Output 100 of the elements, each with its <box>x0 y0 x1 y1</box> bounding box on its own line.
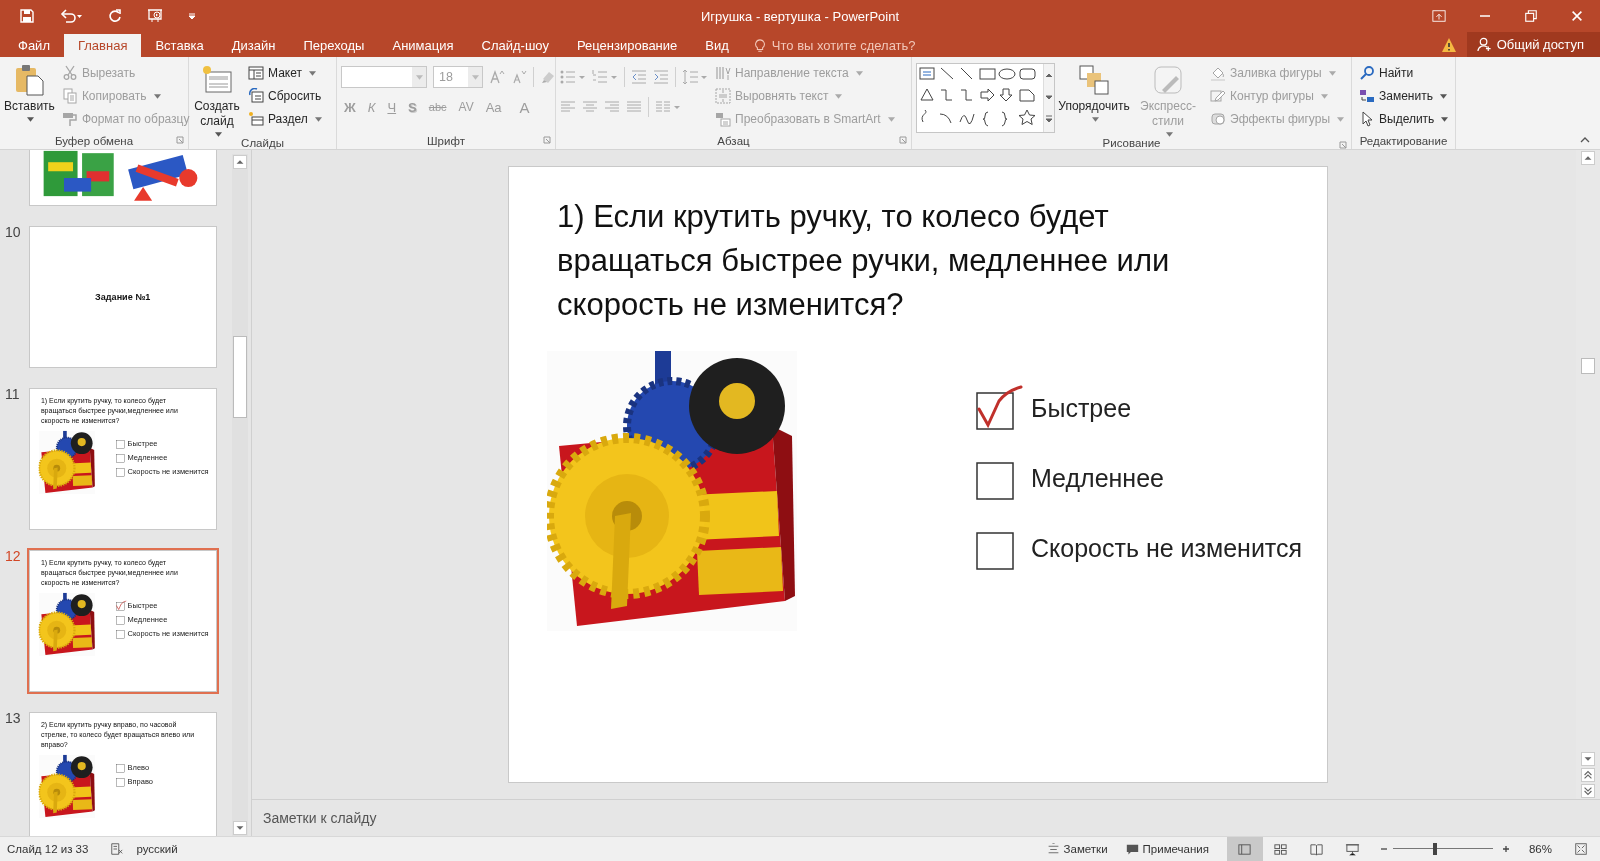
caret-icon <box>1166 132 1173 137</box>
redo-icon[interactable] <box>107 8 123 24</box>
slide-number: 13 <box>4 710 22 726</box>
caret-icon <box>1337 116 1344 122</box>
line-spacing-icon[interactable] <box>682 69 708 85</box>
arrange-button[interactable]: Упорядочить <box>1059 60 1129 137</box>
collapse-ribbon-icon[interactable] <box>1580 137 1590 143</box>
ribbon-display-icon <box>1432 9 1446 23</box>
ribbon-tab[interactable]: Рецензирование <box>562 34 692 57</box>
new-slide-button[interactable]: Создать слайд <box>193 60 241 137</box>
reset-icon <box>248 88 264 104</box>
dialog-launcher-icon[interactable] <box>543 136 551 144</box>
share-button[interactable]: Общий доступ <box>1466 32 1600 57</box>
previous-slide-icon[interactable] <box>1581 768 1595 782</box>
next-slide-icon[interactable] <box>1581 784 1595 798</box>
ribbon-tab[interactable]: Файл <box>4 34 64 57</box>
presentation-icon[interactable] <box>147 8 163 24</box>
comment-icon <box>1125 842 1139 856</box>
shrink-font-icon[interactable] <box>511 69 527 85</box>
caret-icon <box>415 74 423 80</box>
caret-icon <box>308 70 316 76</box>
warning-icon[interactable] <box>1440 37 1457 53</box>
ribbon-button[interactable]: Макет <box>245 62 325 84</box>
caret-icon <box>27 117 35 122</box>
ribbon-button[interactable]: Сбросить <box>245 85 325 107</box>
save-icon[interactable] <box>19 8 35 24</box>
slide-thumbnail[interactable]: Задание №1 <box>27 224 219 370</box>
grow-font-icon[interactable] <box>489 69 505 85</box>
normal-view-button[interactable] <box>1226 837 1263 861</box>
zoom-slider[interactable] <box>1392 842 1493 856</box>
replace-icon <box>1359 88 1375 104</box>
option-label: Скорость не изменится <box>1031 533 1303 563</box>
scroll-down-icon[interactable] <box>233 821 247 835</box>
scrollbar-thumb[interactable] <box>233 336 247 418</box>
caret-icon <box>215 132 222 137</box>
pencil-icon <box>1210 88 1226 104</box>
caret-icon <box>855 70 863 76</box>
scroll-down-icon[interactable] <box>1581 752 1595 766</box>
person-add-icon <box>1476 37 1492 52</box>
bullets-icon[interactable] <box>560 69 586 85</box>
scrollbar-thumb[interactable] <box>1581 358 1595 374</box>
caret-icon <box>314 116 322 122</box>
smartart-icon <box>715 111 731 127</box>
undo-icon[interactable] <box>59 8 83 24</box>
ribbon-tab[interactable]: Вставка <box>141 34 218 57</box>
decrease-indent-icon[interactable] <box>631 69 647 85</box>
ribbon-tab[interactable]: Дизайн <box>217 34 290 57</box>
language-label[interactable]: русский <box>136 843 178 855</box>
slide-canvas[interactable]: 1) Если крутить ручку, то колесо будет вращаться быстрее ручки, медленнее или скорость не изменится? Быстрее Медленнее Скорость не изменится <box>508 166 1328 783</box>
zoom-level[interactable]: 86% <box>1528 843 1552 855</box>
section-icon <box>248 111 264 127</box>
ribbon-button[interactable]: Раздел <box>245 108 325 130</box>
caret-icon <box>1320 93 1328 99</box>
caret-icon <box>887 116 895 122</box>
ribbon-tab[interactable]: Анимация <box>378 34 468 57</box>
group-label: Буфер обмена <box>54 134 134 147</box>
lightbulb-icon <box>752 38 767 53</box>
slide-number: 12 <box>4 548 22 564</box>
dialog-launcher-icon[interactable] <box>176 136 184 144</box>
group-label: Шрифт <box>427 134 465 147</box>
notes-button[interactable]: Заметки <box>1046 842 1108 856</box>
text-direction-icon <box>715 65 731 81</box>
layout-icon <box>248 65 264 81</box>
customize-caret-icon[interactable] <box>187 11 197 21</box>
ribbon-tab[interactable]: Главная <box>63 34 142 57</box>
scroll-up-icon[interactable] <box>1581 151 1595 165</box>
comments-button[interactable]: Примечания <box>1125 842 1209 856</box>
font-name-field[interactable] <box>341 66 427 88</box>
caret-icon <box>153 93 161 99</box>
scissors-icon <box>61 65 78 81</box>
dialog-launcher-icon[interactable] <box>899 136 907 144</box>
ribbon-button[interactable]: Заменить <box>1356 85 1452 107</box>
caret-icon <box>1328 70 1336 76</box>
caret-icon <box>1441 116 1449 122</box>
increase-indent-icon[interactable] <box>653 69 669 85</box>
slide-question: 1) Если крутить ручку, то колесо будет вращаться быстрее ручки, медленнее или скорость не изменится? <box>557 198 1171 324</box>
ribbon-tab[interactable]: Слайд-шоу <box>467 34 563 57</box>
fit-slide-icon[interactable] <box>1574 842 1588 856</box>
tell-me-field[interactable]: Что вы хотите сделать? <box>742 34 926 57</box>
scroll-up-icon[interactable] <box>233 155 247 169</box>
notes-icon <box>1046 842 1060 856</box>
paste-button[interactable]: Вставить <box>4 60 55 132</box>
reading-view-icon <box>1309 841 1325 857</box>
close-icon <box>1570 9 1584 23</box>
ribbon-button[interactable]: Найти <box>1356 62 1452 84</box>
ribbon-tab[interactable]: Переходы <box>289 34 379 57</box>
caret-icon <box>1439 93 1447 99</box>
ribbon-button[interactable]: Выделить <box>1356 108 1452 130</box>
slide-number: 10 <box>4 224 22 240</box>
slide-counter: Слайд 12 из 33 <box>7 843 89 855</box>
ribbon-tab[interactable]: Вид <box>691 34 743 57</box>
copy-icon <box>61 88 78 104</box>
dialog-launcher-icon[interactable] <box>1339 141 1347 149</box>
spelling-icon[interactable] <box>110 842 125 856</box>
paint-bucket-icon <box>1210 65 1226 81</box>
group-label: Редактирование <box>1359 134 1448 147</box>
new-slide-icon <box>201 64 233 96</box>
normal-view-icon <box>1237 841 1253 857</box>
brush-icon <box>1152 64 1184 96</box>
zoom-in-icon[interactable] <box>1500 844 1511 854</box>
